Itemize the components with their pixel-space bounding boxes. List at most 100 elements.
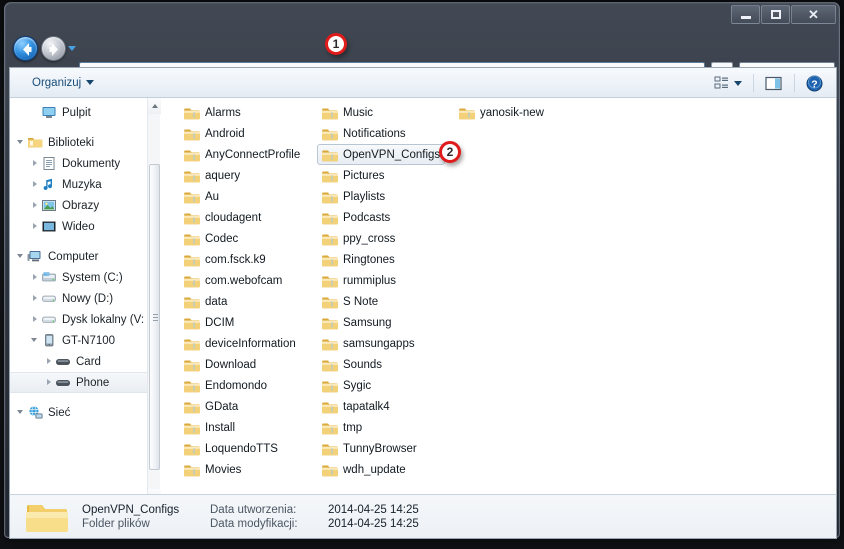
expander-closed-icon[interactable] [30,293,41,304]
file-item[interactable]: DCIM [179,312,239,333]
file-item[interactable]: rummiplus [317,270,401,291]
folder-icon [183,211,201,225]
file-item[interactable]: tapatalk4 [317,396,395,417]
sidebar-item-dysk-lokalny-v[interactable]: Dysk lokalny (V: [10,309,159,330]
file-item[interactable]: Podcasts [317,207,395,228]
close-icon: ✕ [808,7,819,22]
file-item-label: Ringtones [343,253,395,266]
folder-icon [321,190,339,204]
sidebar-item-nowy-d[interactable]: Nowy (D:) [10,288,159,309]
sidebar-item-sie[interactable]: Sieć [10,402,159,423]
file-item-label: tmp [343,421,363,434]
sidebar-item-pulpit[interactable]: Pulpit [10,102,159,123]
close-button[interactable]: ✕ [791,5,836,24]
file-item[interactable]: Movies [179,459,246,480]
sidebar-item-dokumenty[interactable]: Dokumenty [10,153,159,174]
file-item[interactable]: com.webofcam [179,270,287,291]
minimize-button[interactable] [731,5,760,24]
sidebar-item-label: GT-N7100 [62,334,116,347]
file-item[interactable]: TunnyBrowser [317,438,422,459]
file-item[interactable]: Sygic [317,375,376,396]
file-item-label: Android [205,127,245,140]
expander-closed-icon[interactable] [30,221,41,232]
file-item[interactable]: Alarms [179,102,246,123]
file-item[interactable]: aquery [179,165,245,186]
expander-closed-icon[interactable] [30,158,41,169]
scrollbar-thumb[interactable] [149,164,160,470]
file-item[interactable]: Samsung [317,312,397,333]
preview-pane-button[interactable] [760,73,788,94]
navigation-pane[interactable]: Pulpit Biblioteki Dokumenty Muzyka Obrazy Wid… [10,98,160,505]
file-item[interactable]: Notifications [317,123,411,144]
sidebar-item-label: Card [76,355,101,368]
file-list-pane[interactable]: Alarms Android AnyConnectProfile aquery Au cl… [161,98,836,505]
file-item[interactable]: yanosik-new [454,102,549,123]
expander-open-icon[interactable] [16,137,27,148]
sidebar-item-phone[interactable]: Phone [10,372,159,393]
folder-icon [321,295,339,309]
expander-open-icon[interactable] [16,251,27,262]
sidebar-item-card[interactable]: Card [10,351,159,372]
sidebar-item-wideo[interactable]: Wideo [10,216,159,237]
file-item-label: Podcasts [343,211,391,224]
file-item[interactable]: Android [179,123,250,144]
file-item[interactable]: Pictures [317,165,390,186]
sidebar-item-biblioteki[interactable]: Biblioteki [10,132,159,153]
file-item[interactable]: cloudagent [179,207,266,228]
file-item[interactable]: Ringtones [317,249,400,270]
file-item[interactable]: Au [179,186,224,207]
forward-button[interactable] [41,36,66,61]
file-item[interactable]: Codec [179,228,243,249]
folder-large-icon [26,499,68,535]
folder-icon [321,463,339,477]
sidebar-item-computer[interactable]: Computer [10,246,159,267]
sidebar-item-system-c[interactable]: System (C:) [10,267,159,288]
sidebar-item-gt-n7100[interactable]: GT-N7100 [10,330,159,351]
help-button[interactable]: ? [801,72,828,95]
sidebar-item-label: Dokumenty [62,157,121,170]
file-item[interactable]: LoquendoTTS [179,438,283,459]
file-item[interactable]: samsungapps [317,333,420,354]
file-column: Alarms Android AnyConnectProfile aquery Au cl… [179,102,305,480]
back-arrow-icon [23,43,32,56]
sidebar-item-obrazy[interactable]: Obrazy [10,195,159,216]
folder-icon [321,106,339,120]
file-item[interactable]: deviceInformation [179,333,301,354]
file-item[interactable]: Download [179,354,261,375]
file-column: yanosik-new [454,102,549,123]
file-item[interactable]: wdh_update [317,459,411,480]
toolbar-separator [794,74,795,92]
file-item[interactable]: data [179,291,232,312]
expander-closed-icon[interactable] [44,377,55,388]
recent-pages-dropdown[interactable] [68,46,76,51]
file-item[interactable]: tmp [317,417,367,438]
expander-closed-icon[interactable] [44,356,55,367]
file-item[interactable]: Playlists [317,186,390,207]
organize-button[interactable]: Organizuj [26,74,100,92]
file-item[interactable]: Endomondo [179,375,272,396]
file-item-selected[interactable]: OpenVPN_Configs [317,144,446,165]
sidebar-item-label: Sieć [48,406,71,419]
expander-closed-icon[interactable] [30,272,41,283]
expander-open-icon[interactable] [16,407,27,418]
file-item[interactable]: Music [317,102,378,123]
file-item[interactable]: Install [179,417,240,438]
file-item[interactable]: ppy_cross [317,228,400,249]
explorer-window: ✕ Organizuj ? Pulpit Biblioteki Dokument… [4,2,840,539]
expander-closed-icon[interactable] [30,200,41,211]
sidebar-item-muzyka[interactable]: Muzyka [10,174,159,195]
file-item[interactable]: com.fsck.k9 [179,249,271,270]
file-item[interactable]: AnyConnectProfile [179,144,305,165]
scroll-up-button[interactable] [148,98,161,114]
navigation-scrollbar[interactable] [147,98,161,505]
maximize-button[interactable] [761,5,790,24]
expander-closed-icon[interactable] [30,314,41,325]
expander-closed-icon[interactable] [30,179,41,190]
change-view-button[interactable] [709,73,747,93]
back-button[interactable] [13,36,38,61]
file-item[interactable]: Sounds [317,354,387,375]
file-item[interactable]: GData [179,396,243,417]
details-folder-name: OpenVPN_Configs [82,503,180,516]
expander-open-icon[interactable] [30,335,41,346]
file-item[interactable]: S Note [317,291,383,312]
